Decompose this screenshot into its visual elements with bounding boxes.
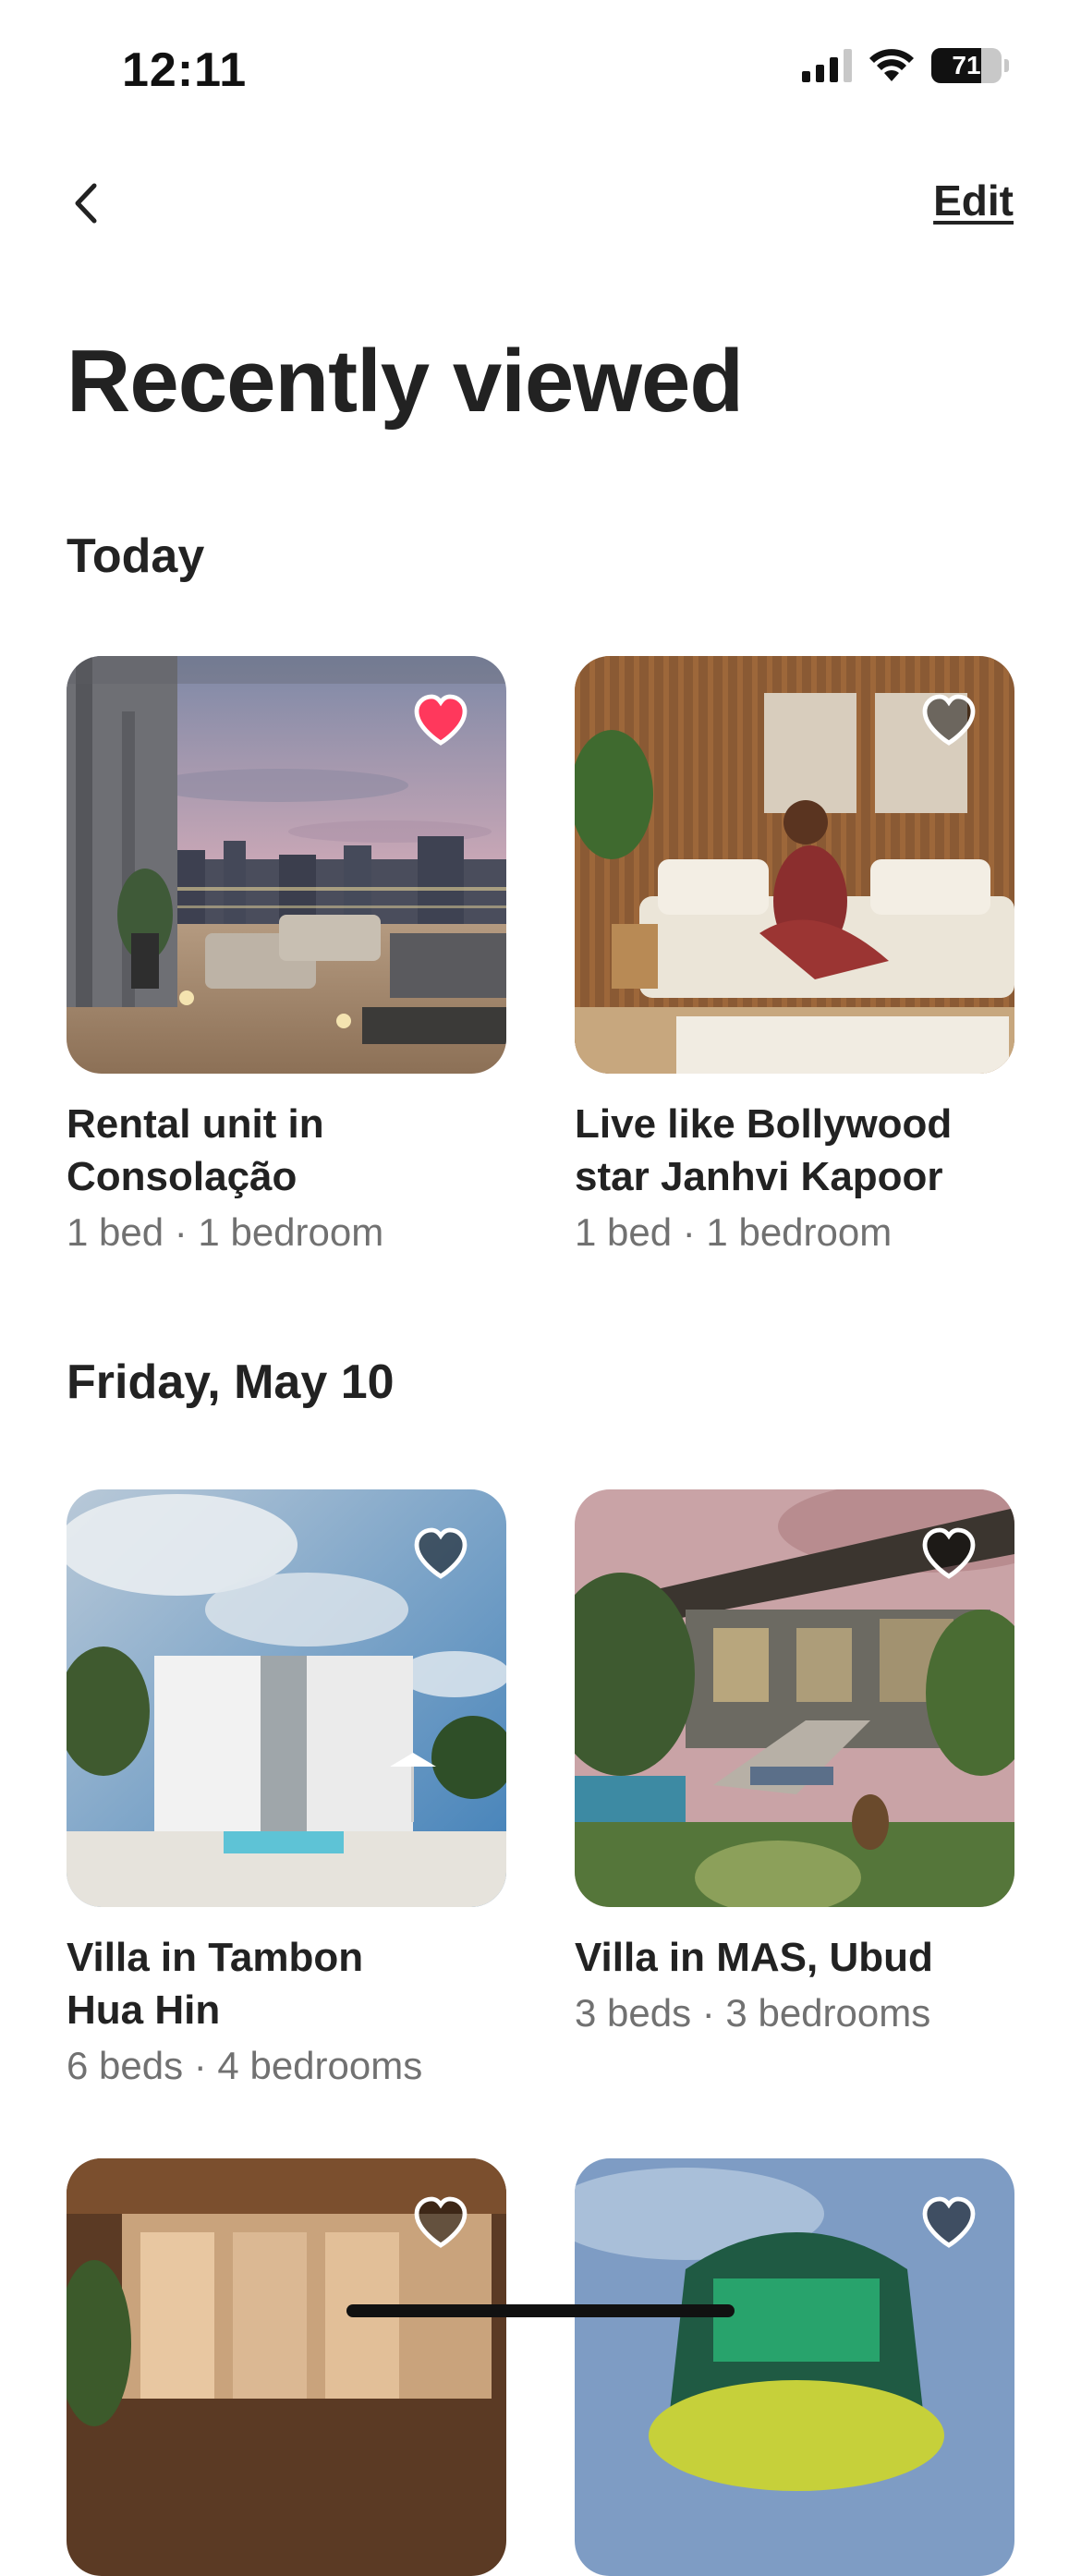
listing-title-line-1: Rental unit in	[67, 1101, 324, 1147]
listing-details: 1 bed · 1 bedroom	[575, 1210, 893, 1254]
section-heading-friday-may-10: Friday, May 10	[67, 1355, 395, 1409]
cellular-signal-icon	[802, 49, 852, 82]
page-title: Recently viewed	[67, 332, 744, 431]
listing-title-line-2: Consolação	[67, 1154, 298, 1199]
status-time: 12:11	[122, 43, 248, 97]
listing-card-partial-2[interactable]	[575, 2158, 1014, 2576]
listing-card-villa-hua-hin[interactable]: Villa in Tambon Hua Hin 6 beds · 4 bedro…	[67, 1489, 506, 2090]
wishlist-heart-icon[interactable]	[917, 1525, 981, 1584]
wifi-icon	[869, 49, 914, 81]
listing-title: Villa in MAS, Ubud	[575, 1931, 1014, 1984]
listing-photo[interactable]	[575, 1489, 1014, 1907]
listing-title-line-1: Live like Bollywood	[575, 1101, 953, 1147]
home-indicator[interactable]	[346, 2304, 735, 2317]
listing-title-line-2: Hua Hin	[67, 1987, 221, 2033]
status-icons: 71	[802, 48, 1009, 83]
listing-title-line-1: Villa in Tambon	[67, 1935, 364, 1980]
listing-photo[interactable]	[67, 2158, 506, 2576]
listing-photo[interactable]	[67, 1489, 506, 1907]
wishlist-heart-icon[interactable]	[917, 691, 981, 750]
listing-card-villa-ubud[interactable]: Villa in MAS, Ubud 3 beds · 3 bedrooms	[575, 1489, 1014, 2037]
battery-level: 71	[952, 51, 981, 79]
listing-title: Rental unit in Consolação	[67, 1098, 506, 1203]
listing-card-rental-consolacao[interactable]: Rental unit in Consolação 1 bed · 1 bedr…	[67, 656, 506, 1257]
back-button[interactable]	[61, 176, 111, 231]
battery-cap	[1004, 59, 1009, 72]
wishlist-heart-icon[interactable]	[408, 691, 473, 750]
section-heading-today: Today	[67, 529, 205, 583]
status-bar: 12:11 71	[0, 0, 1081, 139]
wishlist-heart-icon[interactable]	[917, 2193, 981, 2253]
listing-details: 1 bed · 1 bedroom	[67, 1210, 384, 1254]
listing-title: Live like Bollywood star Janhvi Kapoor	[575, 1098, 1014, 1203]
listing-title: Villa in Tambon Hua Hin	[67, 1931, 506, 2036]
edit-button[interactable]: Edit	[933, 176, 1014, 225]
listing-details: 3 beds · 3 bedrooms	[575, 1991, 931, 2035]
battery-body: 71	[931, 48, 1002, 83]
wishlist-heart-icon[interactable]	[408, 2193, 473, 2253]
listing-title-line-1: Villa in MAS, Ubud	[575, 1935, 933, 1980]
listing-photo[interactable]	[575, 656, 1014, 1074]
listing-card-partial-1[interactable]	[67, 2158, 506, 2576]
listing-photo[interactable]	[67, 656, 506, 1074]
wishlist-heart-icon[interactable]	[408, 1525, 473, 1584]
battery-icon: 71	[931, 48, 1009, 83]
listing-photo[interactable]	[575, 2158, 1014, 2576]
chevron-left-icon	[75, 183, 97, 224]
listing-title-line-2: star Janhvi Kapoor	[575, 1154, 943, 1199]
listing-details: 6 beds · 4 bedrooms	[67, 2044, 423, 2087]
listing-card-bollywood[interactable]: Live like Bollywood star Janhvi Kapoor 1…	[575, 656, 1014, 1257]
